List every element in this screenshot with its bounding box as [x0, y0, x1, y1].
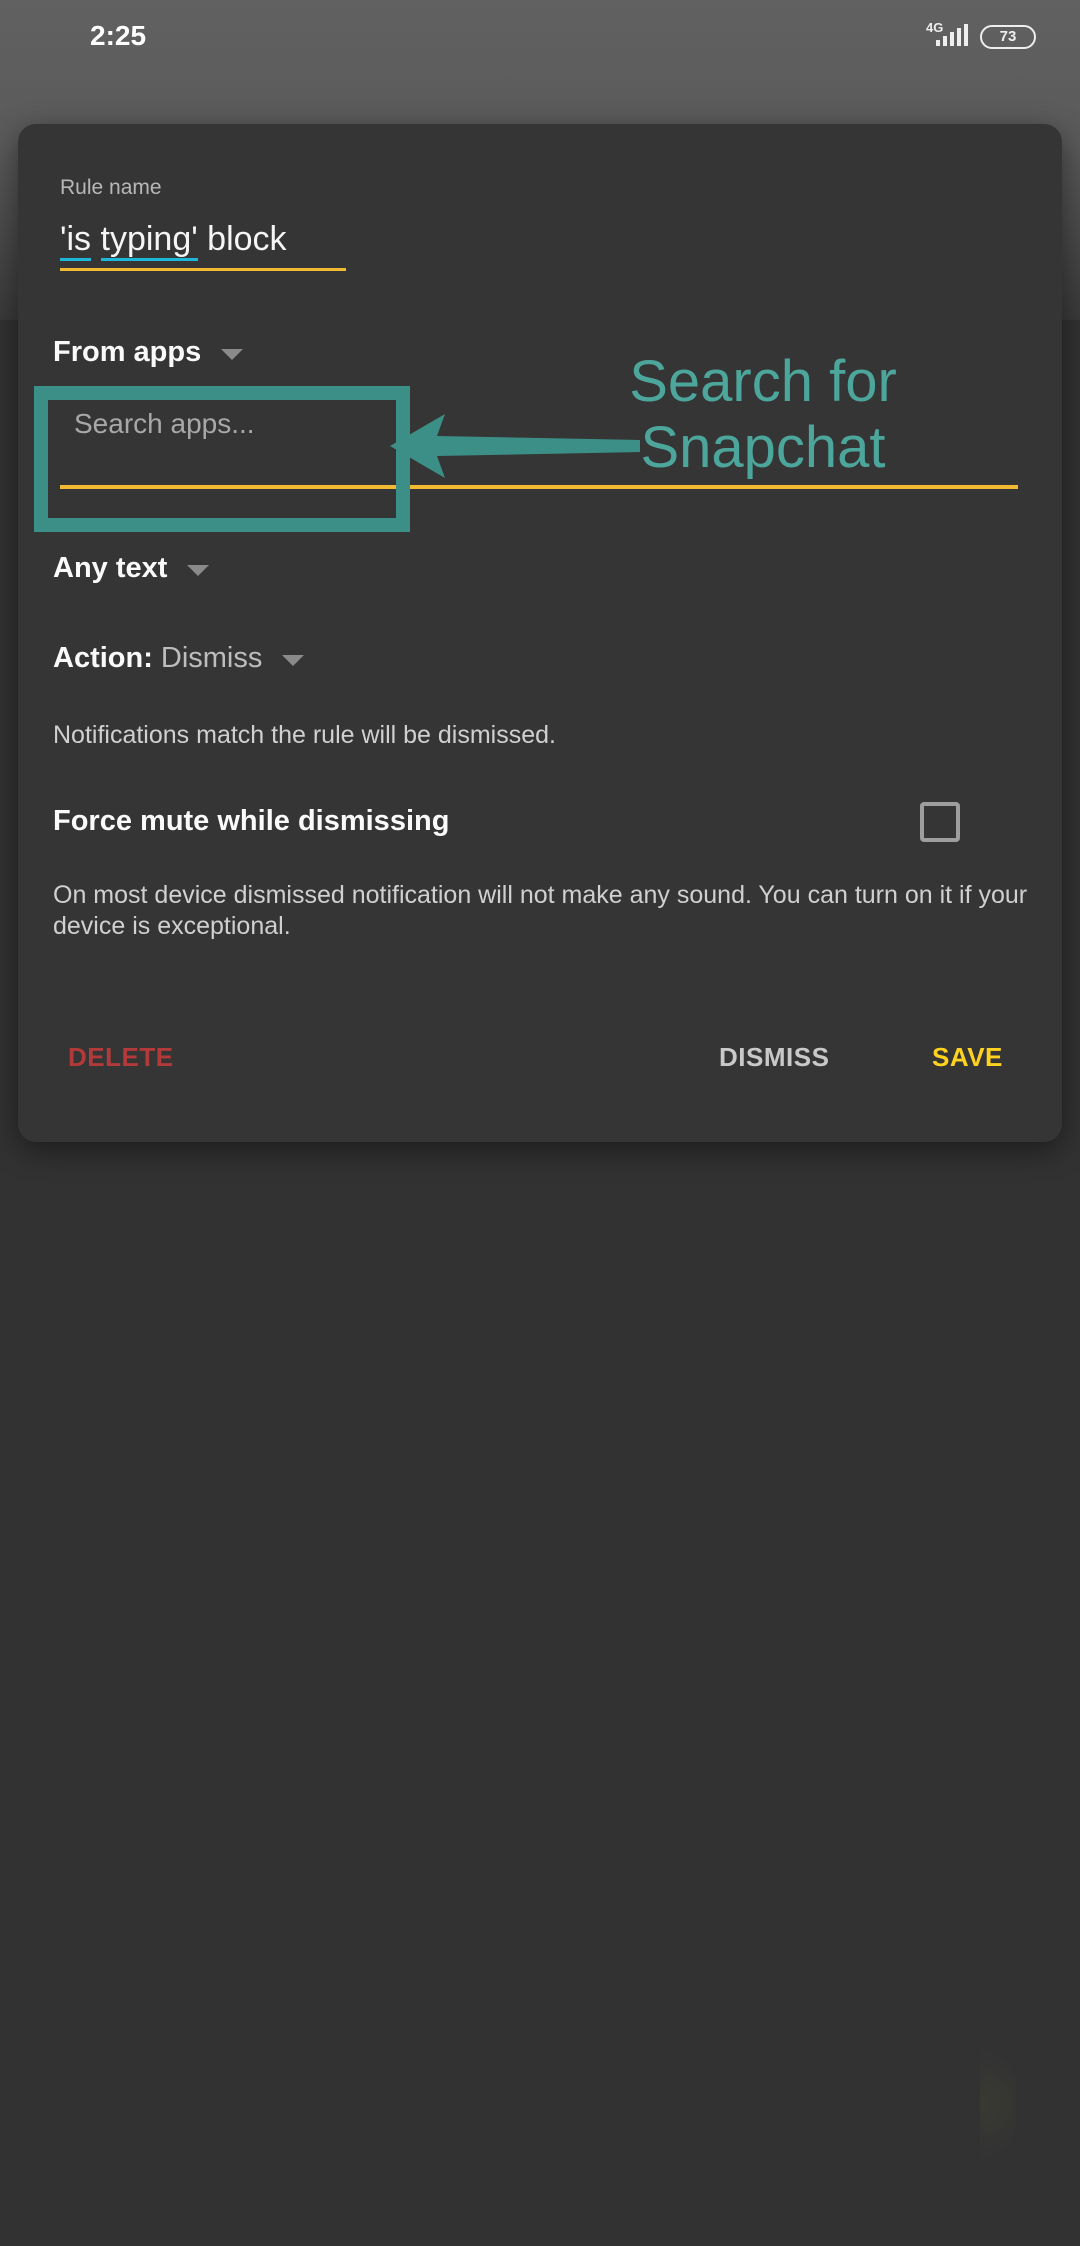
action-description: Notifications match the rule will be dis…: [53, 721, 556, 749]
rule-name-label: Rule name: [60, 176, 162, 199]
rule-name-word: block: [197, 220, 287, 258]
rule-name-underline: [60, 268, 346, 271]
rule-dialog: Rule name 'is typing' block From apps An…: [18, 124, 1062, 1142]
annotation-line-2: Snapchat: [640, 415, 886, 480]
rule-name-word: 'is: [60, 220, 92, 261]
force-mute-label: Force mute while dismissing: [53, 805, 450, 837]
from-apps-dropdown[interactable]: From apps: [53, 336, 244, 369]
rule-name-space: [91, 220, 100, 258]
action-value: Dismiss: [160, 642, 263, 674]
save-button[interactable]: SAVE: [932, 1042, 1003, 1073]
text-filter-dropdown[interactable]: Any text: [53, 552, 210, 585]
chevron-down-icon: [187, 565, 210, 576]
status-bar: 2:25 4G 73: [0, 0, 1080, 76]
action-label: Action:: [53, 642, 153, 674]
dismiss-button[interactable]: DISMISS: [719, 1042, 829, 1073]
annotation-text: Search for Snapchat: [578, 349, 948, 481]
signal-icon: [936, 24, 968, 46]
rule-name-word: typing': [100, 220, 198, 261]
battery-icon: 73: [980, 25, 1036, 49]
force-mute-checkbox[interactable]: [920, 802, 960, 842]
chevron-down-icon: [221, 349, 244, 360]
status-time: 2:25: [90, 20, 147, 51]
annotation-highlight-box: [34, 386, 410, 532]
background-fab-shadow: [980, 2050, 1016, 2158]
rule-name-field[interactable]: 'is typing' block: [60, 220, 287, 261]
action-dropdown[interactable]: Action: Dismiss: [53, 642, 305, 675]
force-mute-description: On most device dismissed notification wi…: [53, 881, 1028, 940]
delete-button[interactable]: DELETE: [68, 1042, 174, 1073]
chevron-down-icon: [282, 655, 305, 666]
from-apps-label: From apps: [53, 336, 202, 368]
any-text-label: Any text: [53, 552, 168, 584]
annotation-line-1: Search for: [629, 349, 897, 414]
